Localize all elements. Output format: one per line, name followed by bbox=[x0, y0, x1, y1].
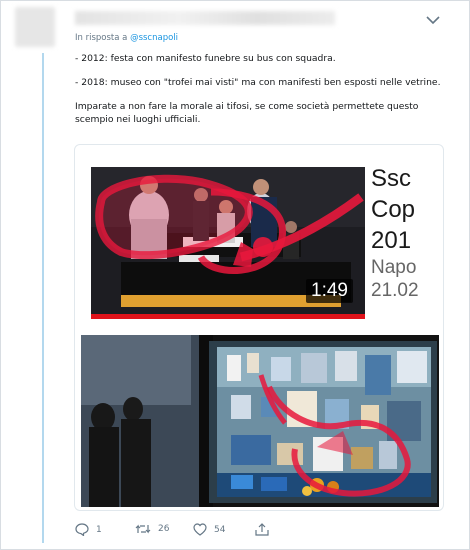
retweet-icon bbox=[135, 524, 151, 534]
tweet-line: - 2012: festa con manifesto funebre su b… bbox=[75, 53, 336, 64]
like-count: 54 bbox=[214, 524, 226, 535]
video-title: Cop bbox=[371, 196, 416, 223]
reply-count: 1 bbox=[96, 524, 102, 535]
video-date: 21.02 bbox=[371, 280, 419, 301]
tweet-actions: 1 26 54 bbox=[75, 523, 435, 539]
media-card[interactable]: 1:49 Ssc Cop 201 Napo 21.02 bbox=[74, 144, 444, 511]
video-duration: 1:49 bbox=[306, 279, 353, 303]
share-action[interactable] bbox=[255, 523, 269, 536]
museum-still bbox=[81, 335, 439, 507]
like-action[interactable]: 54 bbox=[193, 523, 225, 536]
retweet-action[interactable]: 26 bbox=[135, 523, 169, 535]
reply-icon bbox=[75, 523, 89, 536]
video-title-block[interactable]: Ssc Cop 201 Napo 21.02 bbox=[371, 163, 443, 323]
tweet-line: Imparate a non fare la morale ai tifosi,… bbox=[75, 101, 419, 113]
retweet-count: 26 bbox=[158, 524, 170, 534]
tweet-line: - 2018: museo con "trofei mai visti" ma … bbox=[75, 77, 441, 89]
video-progress-bar bbox=[91, 314, 365, 319]
blurred-avatar bbox=[15, 7, 55, 47]
museum-photo[interactable] bbox=[81, 335, 439, 507]
blurred-username bbox=[75, 11, 335, 25]
reply-prefix: In risposta a bbox=[75, 33, 128, 43]
tweet-text: - 2012: festa con manifesto funebre su b… bbox=[75, 53, 455, 126]
video-title: 201 bbox=[371, 227, 412, 254]
heart-icon bbox=[193, 523, 207, 536]
video-channel: Napo bbox=[371, 257, 417, 278]
video-title: Ssc bbox=[371, 165, 412, 192]
reply-handle-link[interactable]: @sscnapoli bbox=[130, 33, 178, 43]
reply-context: In risposta a @sscnapoli bbox=[75, 33, 178, 43]
share-icon bbox=[255, 523, 269, 536]
tweet-line: scempio nei luoghi ufficiali. bbox=[75, 113, 201, 125]
chevron-down-icon[interactable] bbox=[425, 14, 441, 26]
reply-action[interactable]: 1 bbox=[75, 523, 102, 536]
video-thumbnail[interactable]: 1:49 bbox=[91, 167, 365, 319]
thread-line bbox=[42, 53, 44, 543]
tweet-container: In risposta a @sscnapoli - 2012: festa c… bbox=[0, 0, 470, 550]
